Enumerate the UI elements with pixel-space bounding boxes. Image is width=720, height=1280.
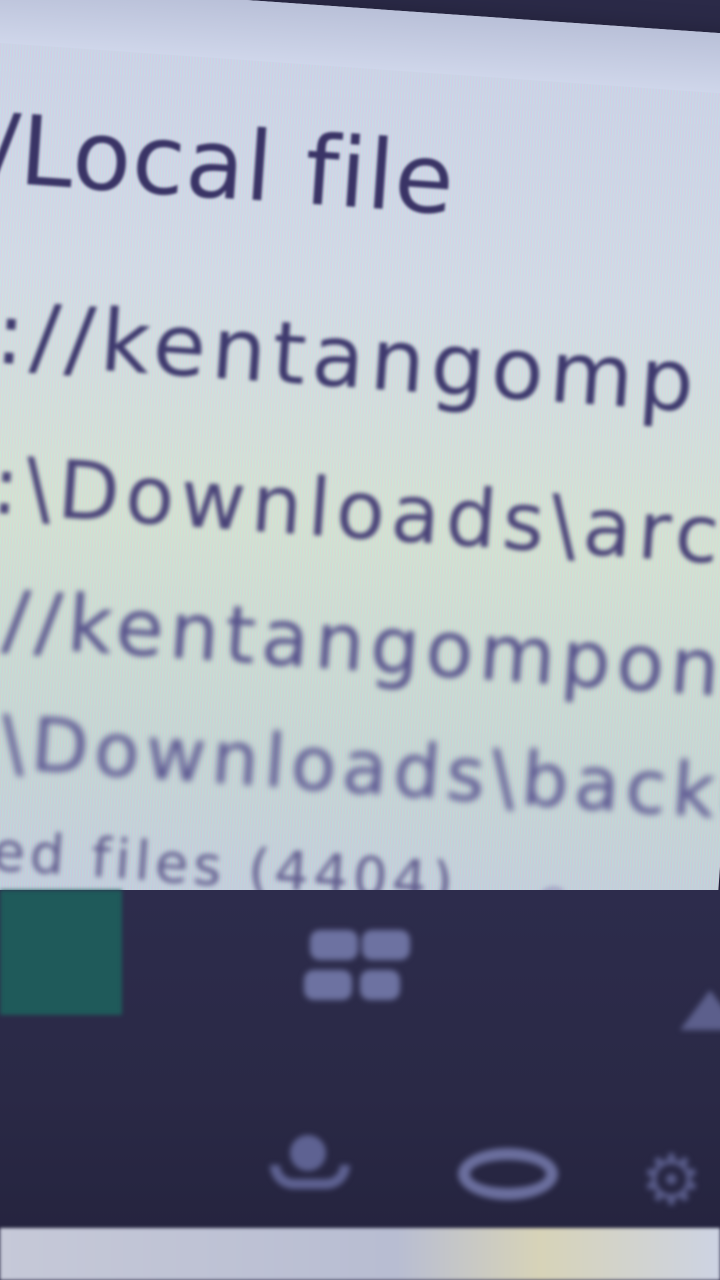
file-list-entry-path-2[interactable]: D:\Downloads\backup — [0, 693, 720, 843]
device-bezel-bottom — [0, 1228, 720, 1280]
file-list-entry-url-2[interactable]: p://kentangompon — [0, 569, 720, 715]
gear-icon[interactable]: ⚙ — [640, 1145, 720, 1215]
file-list-entry-url-1[interactable]: p://kentangomp — [0, 279, 703, 432]
application-window: t/Local file p://kentangomp D:\Downloads… — [0, 0, 720, 970]
taskbar-app-tile[interactable] — [0, 890, 122, 1015]
apps-icon[interactable] — [300, 930, 420, 1010]
window-top-edge — [0, 0, 720, 98]
chat-icon[interactable] — [458, 1148, 558, 1200]
microphone-icon[interactable] — [270, 1135, 350, 1195]
file-list-entry-path-1[interactable]: D:\Downloads\archi — [0, 434, 720, 589]
triangle-icon[interactable] — [680, 990, 720, 1030]
section-header: t/Local file — [0, 89, 459, 237]
photo-of-monitor: t/Local file p://kentangomp D:\Downloads… — [0, 0, 720, 1280]
